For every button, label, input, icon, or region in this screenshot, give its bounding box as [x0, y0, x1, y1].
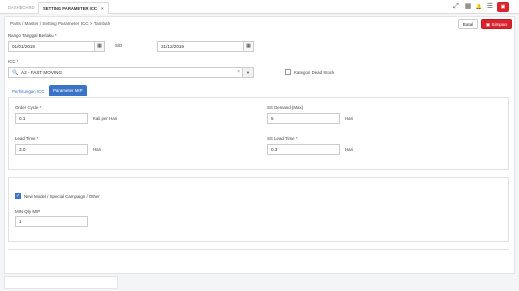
date-range-label: Rango Tanggal Berlaku * — [8, 33, 57, 38]
fullscreen-icon[interactable]: ⤢ — [452, 3, 460, 11]
lead-time-label: Lead Time * — [15, 136, 38, 141]
icc-label-text: ICC — [8, 59, 16, 64]
chevron-down-icon[interactable]: ▼ — [242, 68, 253, 77]
tab-setting-label: SETTING PARAMETER ICC — [43, 6, 97, 11]
date-to-value: 31/12/2019 — [161, 44, 184, 49]
user-avatar-icon[interactable]: ▣ — [497, 2, 509, 12]
menu-icon[interactable]: ☰ — [486, 3, 494, 11]
divider — [8, 249, 509, 250]
new-model-section: ✓ New Model / Special Campaign / Other M… — [8, 177, 509, 242]
ss-demand-input[interactable]: 5 — [267, 113, 340, 124]
ss-lead-time-input[interactable]: 0.3 — [267, 144, 340, 155]
ss-demand-unit: Hari — [345, 116, 354, 121]
calendar-icon[interactable]: ▦ — [94, 42, 104, 51]
top-tab-bar: DASHBOARD SETTING PARAMETER ICC × ⤢ ▦ 🔔 … — [0, 0, 519, 14]
order-cycle-label: Order Cycle * — [15, 105, 41, 110]
grid-icon[interactable]: ▦ — [464, 3, 472, 11]
date-from-value: 01/01/2019 — [12, 44, 35, 49]
search-icon: 🔍 — [12, 70, 19, 76]
required-mark: * — [16, 59, 19, 64]
tab-setting-parameter-icc[interactable]: SETTING PARAMETER ICC × — [38, 2, 109, 14]
date-to-input[interactable]: 31/12/2019 ▦ — [157, 41, 254, 52]
lead-time-input[interactable]: 3.0 — [15, 144, 88, 155]
lead-time-label-text: Lead Time — [15, 136, 36, 141]
icc-select[interactable]: 🔍 A2 - FAST MOVING × ▼ — [8, 67, 254, 78]
required-mark: * — [39, 105, 42, 110]
ss-demand-label: SS Demand (Max) — [267, 105, 304, 110]
date-from-input[interactable]: 01/01/2019 ▦ — [8, 41, 105, 52]
tab-dashboard[interactable]: DASHBOARD — [4, 2, 39, 14]
min-qty-input[interactable]: 1 — [15, 216, 88, 227]
order-cycle-input[interactable]: 0.1 — [15, 113, 88, 124]
footer — [0, 274, 519, 291]
close-icon[interactable]: × — [101, 6, 103, 11]
mip-parameters-section: Order Cycle * 0.1 Kali per Hari SS Deman… — [8, 97, 509, 170]
date-range-label-text: Rango Tanggal Berlaku — [8, 33, 54, 38]
tab-dashboard-label: DASHBOARD — [8, 5, 35, 10]
save-button[interactable]: ▣ Simpan — [481, 19, 512, 29]
ss-lead-time-unit: Hari — [345, 147, 354, 152]
lead-time-unit: Hari — [93, 147, 102, 152]
tab-perhitungan-icc[interactable]: Perhitungan ICC — [8, 86, 48, 97]
required-mark: * — [295, 136, 298, 141]
save-label: Simpan — [491, 22, 508, 27]
order-cycle-unit: Kali per Hari — [93, 116, 118, 121]
ss-lead-time-label-text: SS Lead Time — [267, 136, 295, 141]
dead-stock-checkbox[interactable] — [285, 69, 291, 75]
new-model-checkbox[interactable]: ✓ — [15, 193, 21, 199]
breadcrumb: Parts / Master / Setting Parameter ICC >… — [10, 21, 111, 26]
new-model-label: New Model / Special Campaign / Other — [24, 194, 100, 199]
ss-lead-time-label: SS Lead Time * — [267, 136, 298, 141]
order-cycle-label-text: Order Cycle — [15, 105, 39, 110]
tab-parameter-mip[interactable]: Parameter MIP — [49, 85, 87, 96]
bell-icon[interactable]: 🔔 — [475, 3, 483, 11]
min-qty-label: MIN Qty MIP — [15, 209, 41, 214]
calendar-icon[interactable]: ▦ — [243, 42, 253, 51]
back-button[interactable]: Batal — [458, 19, 478, 29]
date-separator: S/D — [115, 43, 123, 48]
icc-label: ICC * — [8, 59, 19, 64]
clear-icon[interactable]: × — [237, 68, 240, 77]
required-mark: * — [36, 136, 39, 141]
form-panel: Parts / Master / Setting Parameter ICC >… — [4, 16, 515, 274]
dead-stock-label: Kategori Dead Stock — [294, 70, 335, 75]
footer-panel — [4, 276, 118, 289]
icc-selected-value: A2 - FAST MOVING — [21, 70, 63, 75]
required-mark: * — [54, 33, 57, 38]
